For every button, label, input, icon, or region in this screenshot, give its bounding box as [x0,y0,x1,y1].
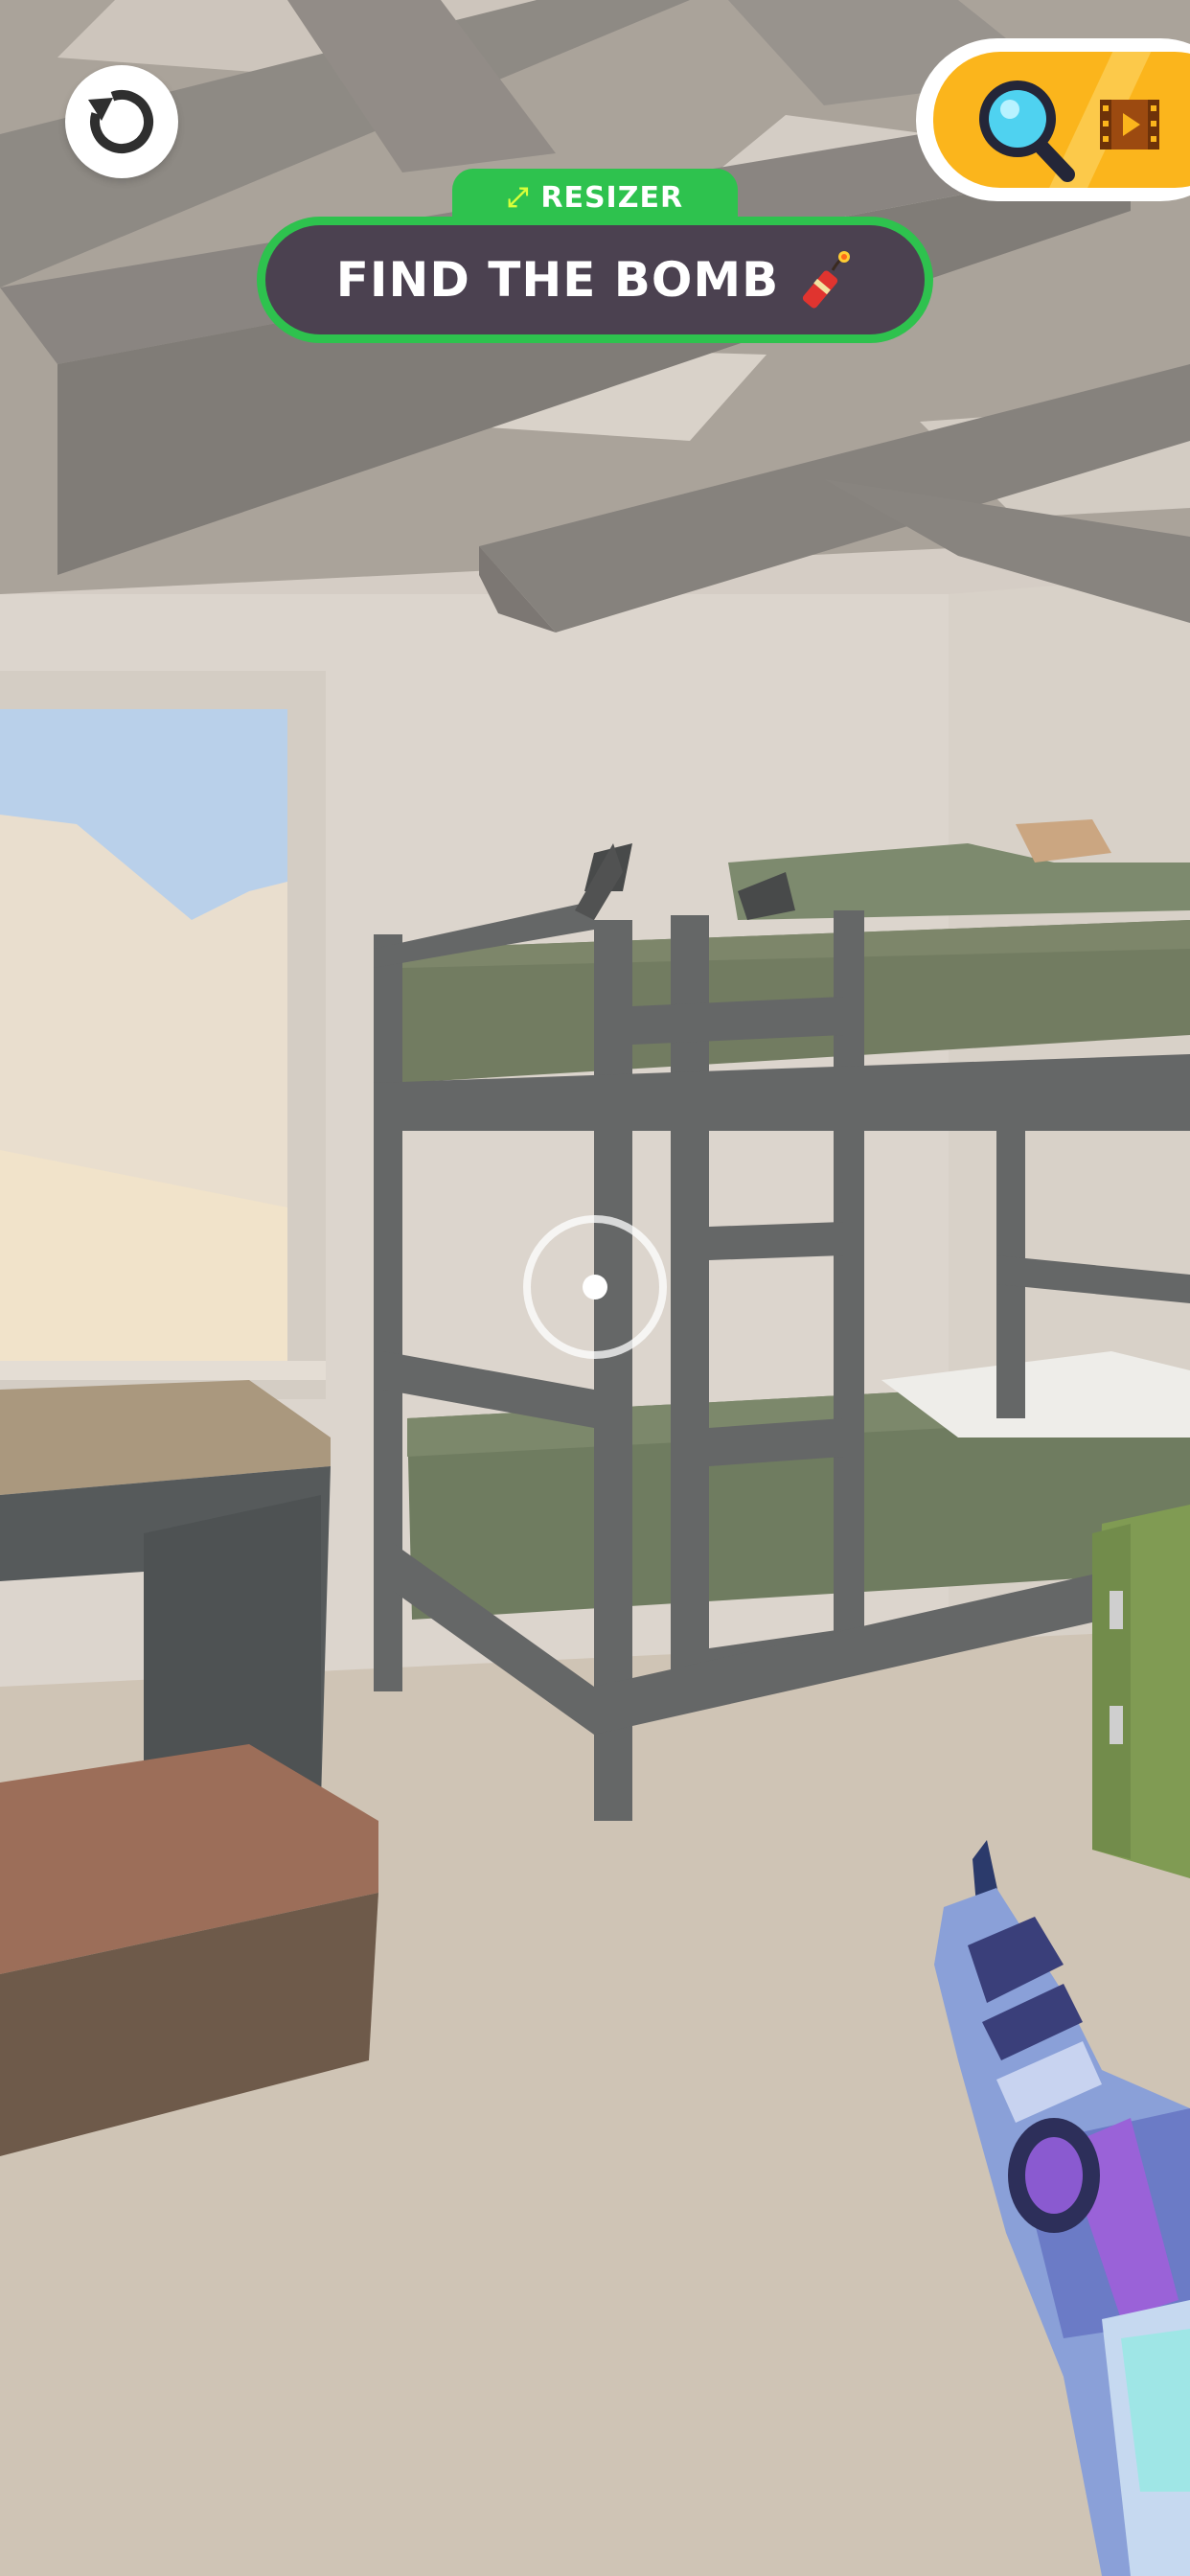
magnifier-icon [979,80,1075,182]
restart-arrow-icon [88,90,153,153]
hint-pill-fill [933,52,1190,188]
restart-button[interactable] [65,65,178,178]
video-icon [1100,100,1159,150]
crosshair-dot [583,1275,607,1300]
dynamite-icon [803,251,851,309]
objective-banner: FIND THE BOMB [257,217,933,343]
mode-badge-label: RESIZER [540,180,684,215]
resize-arrows-icon: ⤢ [506,181,530,213]
hint-button[interactable] [916,38,1190,201]
objective-text: FIND THE BOMB [335,252,780,308]
crosshair [523,1215,667,1359]
